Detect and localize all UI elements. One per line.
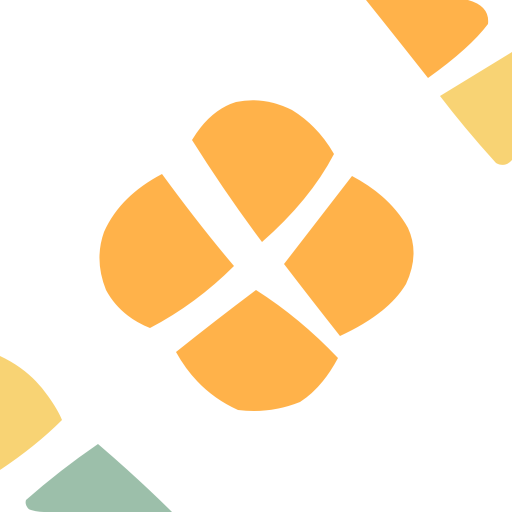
app-icon[interactable] — [0, 0, 512, 512]
app-icon-artwork — [0, 0, 512, 512]
icon-background — [0, 0, 512, 512]
